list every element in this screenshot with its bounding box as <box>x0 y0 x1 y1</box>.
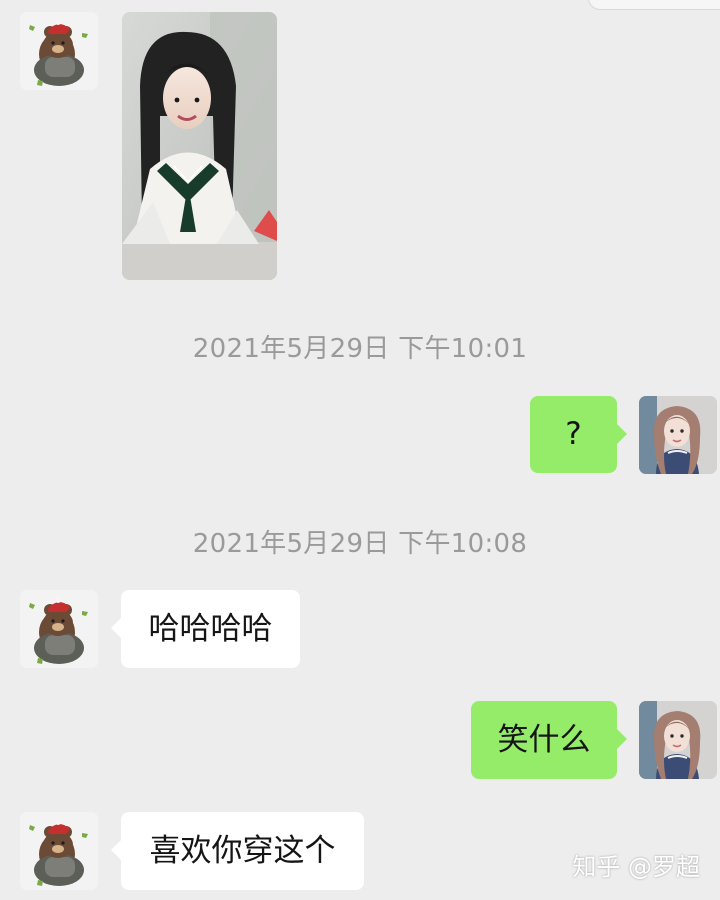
bear-avatar-icon <box>20 590 98 668</box>
incoming-message-text-1: 哈哈哈哈 <box>148 610 273 647</box>
incoming-message-text-2: 喜欢你穿这个 <box>149 832 336 869</box>
self-avatar-2[interactable] <box>639 701 717 779</box>
outgoing-message-text-2: 笑什么 <box>497 721 591 758</box>
outgoing-message-text-1: ? <box>565 416 582 452</box>
chat-window: 2021年5月29日 下午10:01 ? 2021年5月29日 下午10:08 <box>0 0 720 900</box>
timestamp-1: 2021年5月29日 下午10:01 <box>192 334 528 364</box>
contact-avatar-top[interactable] <box>20 12 98 90</box>
image-message-icon <box>122 12 277 280</box>
bear-avatar-icon <box>20 812 98 890</box>
incoming-message-1[interactable]: 哈哈哈哈 <box>111 590 300 668</box>
girl-avatar-icon <box>639 701 717 779</box>
incoming-message-2[interactable]: 喜欢你穿这个 <box>111 812 364 890</box>
timestamp-2: 2021年5月29日 下午10:08 <box>192 529 528 559</box>
outgoing-message-2[interactable]: 笑什么 <box>471 701 627 779</box>
watermark: 知乎 @罗超 <box>572 853 700 881</box>
contact-avatar-2[interactable] <box>20 812 98 890</box>
top-edge-decoration <box>588 0 720 10</box>
bear-avatar-icon <box>20 12 98 90</box>
girl-avatar-icon <box>639 396 717 474</box>
self-avatar-1[interactable] <box>639 396 717 474</box>
image-message[interactable] <box>122 12 277 280</box>
contact-avatar-1[interactable] <box>20 590 98 668</box>
outgoing-message-1[interactable]: ? <box>530 396 627 473</box>
